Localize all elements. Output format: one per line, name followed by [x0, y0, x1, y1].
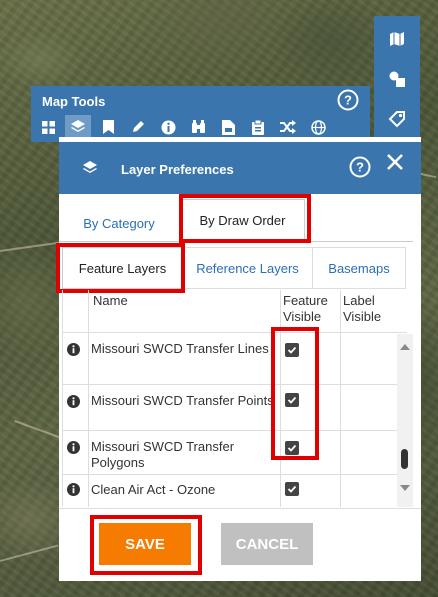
help-icon: ? [337, 89, 359, 111]
layer-preferences-title: Layer Preferences [121, 162, 234, 177]
info-icon[interactable] [67, 395, 80, 408]
map-tools-panel: Map Tools ? [31, 86, 370, 142]
globe-icon [310, 119, 326, 135]
column-header-label-visible: Label Visible [343, 293, 382, 324]
close-button[interactable] [385, 152, 405, 177]
scroll-up-arrow[interactable] [400, 344, 410, 350]
svg-text:?: ? [356, 160, 364, 175]
globe-tool-button[interactable] [305, 115, 331, 139]
layer-name: Missouri SWCD Transfer Points [91, 393, 274, 408]
info-icon[interactable] [67, 483, 80, 496]
binoculars-icon [191, 120, 205, 133]
grid-tool-button[interactable] [35, 115, 61, 139]
clipboard-tool-button[interactable] [245, 115, 271, 139]
column-header-name: Name [93, 293, 128, 308]
shuffle-tool-button[interactable] [275, 115, 301, 139]
checkmark-icon [287, 444, 297, 452]
svg-text:?: ? [344, 93, 352, 108]
checkmark-icon [287, 346, 297, 354]
scroll-thumb[interactable] [401, 449, 408, 469]
table-row: Clean Air Act - Ozone [63, 474, 407, 507]
layers-tool-button[interactable] [65, 115, 91, 139]
tag-button[interactable] [374, 100, 420, 138]
top-tabs: By Category By Draw Order [59, 194, 421, 242]
bookmark-icon [102, 120, 114, 134]
feature-visible-checkbox[interactable] [285, 482, 299, 496]
clipboard-icon [252, 119, 264, 135]
grid-icon [41, 120, 55, 134]
tab-reference-layers[interactable]: Reference Layers [183, 247, 313, 289]
feature-visible-checkbox[interactable] [285, 393, 299, 407]
identify-tool-button[interactable] [155, 115, 181, 139]
close-icon [387, 154, 403, 170]
layers-icon [71, 120, 85, 132]
layer-name: Clean Air Act - Ozone [91, 482, 216, 497]
info-icon[interactable] [67, 343, 80, 356]
layer-table: Name Feature Visible Label Visible Misso… [62, 290, 407, 507]
help-icon: ? [349, 156, 371, 178]
tag-icon [388, 111, 405, 128]
tab-by-draw-order[interactable]: By Draw Order [180, 199, 305, 242]
print-tool-button[interactable] [215, 115, 241, 139]
shapes-icon [389, 71, 405, 87]
checkmark-icon [287, 396, 297, 404]
info-icon [161, 120, 175, 134]
column-header-feature-visible: Feature Visible [283, 293, 328, 324]
pencil-icon [133, 121, 144, 132]
find-tool-button[interactable] [185, 115, 211, 139]
layer-name: Missouri SWCD Transfer Polygons [91, 439, 235, 470]
table-row: Missouri SWCD Transfer Lines [63, 332, 407, 384]
save-button[interactable]: SAVE [99, 523, 191, 565]
map-tools-title: Map Tools [42, 94, 106, 109]
layer-name: Missouri SWCD Transfer Lines [91, 341, 269, 356]
shapes-button[interactable] [374, 60, 420, 98]
cancel-button[interactable]: CANCEL [221, 523, 313, 565]
bookmark-tool-button[interactable] [95, 115, 121, 139]
info-icon[interactable] [67, 441, 80, 454]
layer-preferences-help-button[interactable]: ? [349, 156, 371, 183]
tab-by-category[interactable]: By Category [65, 204, 173, 242]
shuffle-icon [280, 120, 296, 134]
table-scrollbar[interactable] [397, 334, 413, 507]
table-row: Missouri SWCD Transfer Polygons [63, 430, 407, 474]
draw-tool-button[interactable] [125, 115, 151, 139]
layers-icon [83, 161, 97, 173]
tab-feature-layers[interactable]: Feature Layers [62, 247, 183, 289]
scroll-down-arrow[interactable] [400, 485, 410, 491]
tab-basemaps[interactable]: Basemaps [313, 247, 406, 289]
layer-preferences-panel: Layer Preferences ? By Category By Draw … [56, 137, 421, 581]
checkmark-icon [287, 485, 297, 493]
map-icon [390, 32, 404, 46]
feature-visible-checkbox[interactable] [285, 441, 299, 455]
print-icon [221, 119, 235, 135]
layer-preferences-header: Layer Preferences ? [59, 142, 421, 194]
right-toolbar [374, 16, 420, 146]
map-button[interactable] [374, 20, 420, 58]
feature-visible-checkbox[interactable] [285, 343, 299, 357]
table-row: Missouri SWCD Transfer Points [63, 384, 407, 430]
